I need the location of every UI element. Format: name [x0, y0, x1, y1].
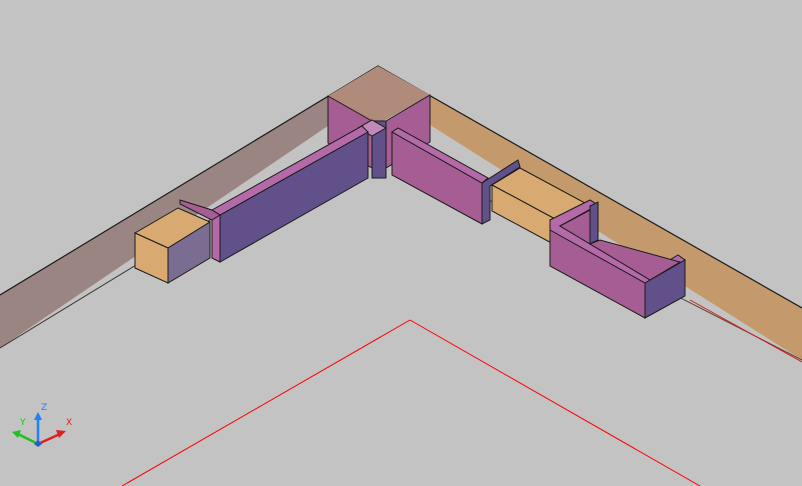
- channel-divider: [589, 201, 599, 245]
- ucs-z-arrow-icon: [34, 412, 42, 420]
- ucs-x-axis: [37, 432, 61, 446]
- left-wall-end-face: [211, 214, 221, 263]
- model-viewport[interactable]: Z X Y: [0, 0, 802, 486]
- ucs-y-axis: [17, 432, 39, 446]
- ucs-y-label: Y: [19, 418, 26, 428]
- red-line-left: [121, 319, 411, 486]
- red-line-right: [409, 319, 701, 486]
- ucs-x-label: X: [66, 418, 72, 428]
- ucs-origin-icon: [34, 440, 42, 447]
- ucs-x-arrow-icon: [56, 430, 66, 438]
- ucs-icon[interactable]: Z X Y: [12, 403, 72, 447]
- ucs-z-label: Z: [41, 403, 47, 413]
- red-footprint: [121, 319, 701, 486]
